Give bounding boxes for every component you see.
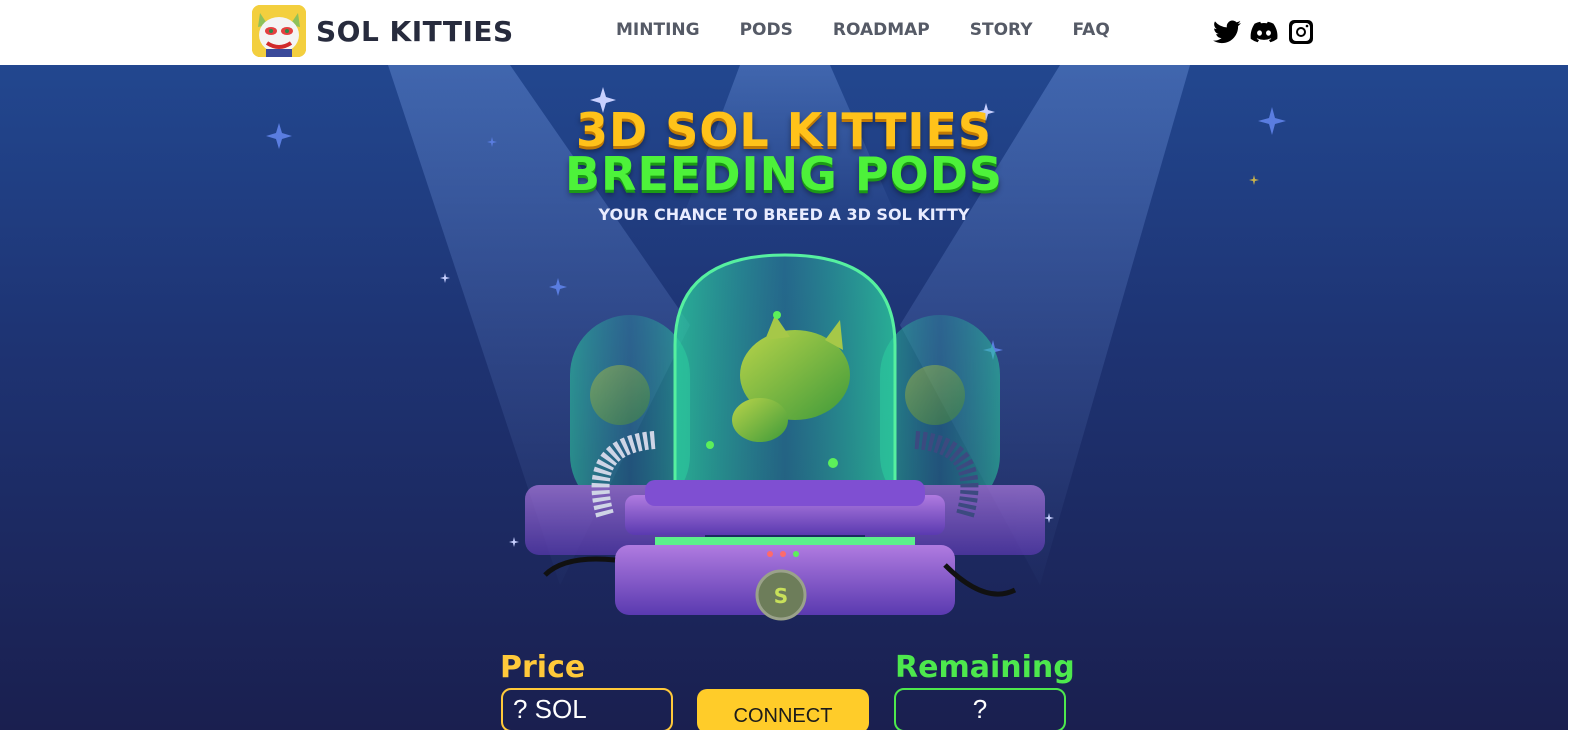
price-label: Price: [500, 650, 586, 685]
social-links: [1213, 18, 1324, 46]
nav-item-minting[interactable]: MINTING: [616, 20, 700, 40]
nav-item-faq[interactable]: FAQ: [1073, 20, 1110, 40]
price-value-box: ? SOL: [501, 688, 673, 730]
brand-name: SOL KITTIES: [316, 14, 514, 48]
nav-item-roadmap[interactable]: ROADMAP: [833, 20, 930, 40]
kitty-logo-icon: [252, 5, 306, 57]
hero-subtitle: YOUR CHANCE TO BREED A 3D SOL KITTY: [598, 205, 970, 224]
nav-item-pods[interactable]: PODS: [740, 20, 793, 40]
main-nav: MINTING PODS ROADMAP STORY FAQ: [616, 20, 1150, 40]
nav-item-story[interactable]: STORY: [970, 20, 1033, 40]
remaining-label: Remaining: [895, 650, 1075, 685]
svg-text:S: S: [774, 584, 788, 608]
hero-title-line2: BREEDING PODS: [564, 147, 1004, 201]
page-scrollbar[interactable]: [1568, 0, 1596, 730]
brand-logo-link[interactable]: SOL KITTIES: [252, 5, 514, 57]
top-navbar: SOL KITTIES MINTING PODS ROADMAP STORY F…: [0, 0, 1568, 65]
remaining-value-box: ?: [894, 688, 1066, 730]
instagram-icon[interactable]: [1287, 18, 1315, 46]
twitter-icon[interactable]: [1213, 18, 1241, 46]
connect-wallet-button[interactable]: CONNECT: [697, 689, 869, 730]
hero-section: 3D SOL KITTIES BREEDING PODS YOUR CHANCE…: [0, 65, 1568, 730]
breeding-pod-illustration: S: [525, 253, 1045, 621]
discord-icon[interactable]: [1250, 18, 1278, 46]
